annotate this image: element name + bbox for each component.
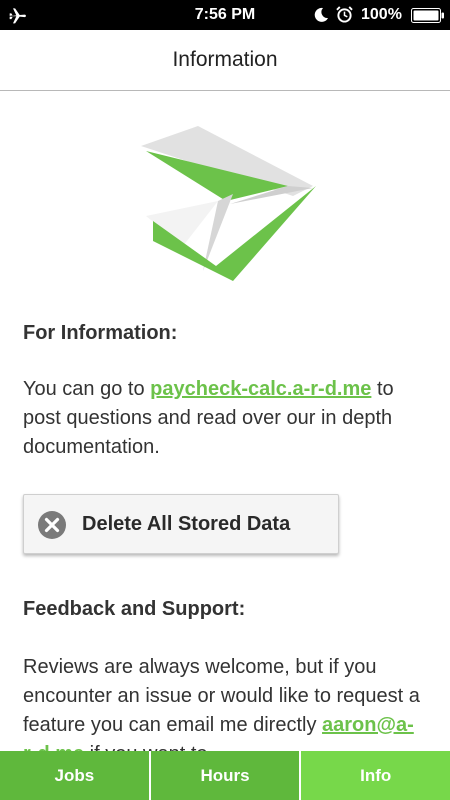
feedback-heading: Feedback and Support:: [23, 598, 246, 620]
do-not-disturb-icon: [314, 7, 328, 22]
battery-icon: [411, 8, 444, 23]
tab-info[interactable]: Info: [301, 751, 450, 800]
info-paragraph: You can go to paycheck-calc.a-r-d.me to …: [23, 375, 423, 462]
battery-percentage: 100%: [361, 6, 402, 23]
info-text-before: You can go to: [23, 378, 151, 400]
delete-button-label: Delete All Stored Data: [82, 513, 291, 535]
tab-hours[interactable]: Hours: [150, 751, 302, 800]
page-title: Information: [172, 48, 278, 71]
documentation-link[interactable]: paycheck-calc.a-r-d.me: [150, 378, 371, 400]
alarm-clock-icon: [336, 6, 353, 23]
navigation-bar: Information: [0, 30, 450, 91]
delete-all-data-button[interactable]: Delete All Stored Data: [23, 494, 339, 554]
tab-bar: Jobs Hours Info: [0, 751, 450, 800]
info-heading: For Information:: [23, 322, 178, 344]
app-logo: [141, 126, 316, 281]
status-bar: 7:56 PM 100%: [0, 0, 450, 30]
tab-jobs[interactable]: Jobs: [0, 751, 151, 800]
close-circle-icon: [38, 511, 66, 539]
